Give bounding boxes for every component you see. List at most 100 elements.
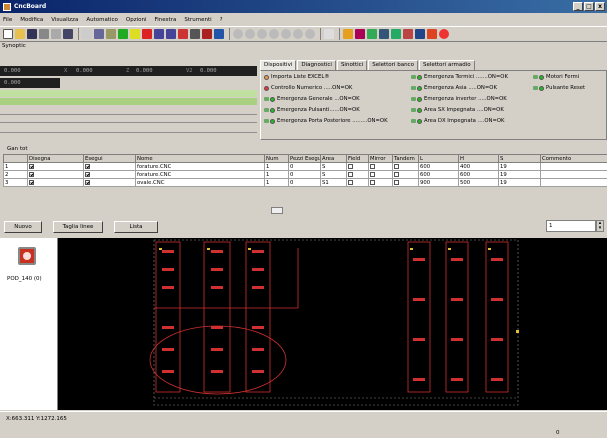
draw-checkbox[interactable] (27, 162, 84, 171)
settings-icon[interactable] (367, 29, 377, 39)
save-all-icon[interactable] (39, 29, 49, 39)
menu-automatico[interactable]: Automatico (86, 17, 118, 23)
table-icon[interactable] (415, 29, 425, 39)
lista-button[interactable]: Lista (114, 221, 158, 233)
table-row[interactable]: 2 forature.CNC 1 0 S 600 600 19 (3, 170, 607, 179)
col-index[interactable] (3, 154, 28, 163)
col-area[interactable]: Area (320, 154, 347, 163)
field-checkbox[interactable] (346, 178, 369, 187)
open-folder-icon[interactable] (15, 29, 25, 39)
cell-num[interactable]: 1 (264, 162, 289, 171)
frame-icon[interactable] (190, 29, 200, 39)
col-disegna[interactable]: Disegna (27, 154, 84, 163)
cell-area[interactable]: S1 (320, 178, 347, 187)
cell-comment[interactable] (540, 178, 607, 187)
menu-opzioni[interactable]: Opzioni (126, 17, 147, 23)
col-num[interactable]: Num (264, 154, 289, 163)
zoom-window-icon[interactable] (257, 29, 267, 39)
machine-blue-icon[interactable] (214, 29, 224, 39)
menu-file[interactable]: File (3, 17, 12, 23)
exec-checkbox[interactable] (83, 170, 136, 179)
col-esegui[interactable]: Esegui (83, 154, 136, 163)
pencil-icon[interactable] (178, 29, 188, 39)
cell-pezzi[interactable]: 0 (288, 162, 321, 171)
cut-icon[interactable] (82, 29, 92, 39)
exec-checkbox[interactable] (83, 178, 136, 187)
pause-icon[interactable] (130, 29, 140, 39)
tab-diagnostici[interactable]: Diagnostici (297, 60, 336, 70)
minimize-button[interactable]: _ (573, 2, 583, 11)
table-row[interactable]: 1 forature.CNC 1 0 S 600 400 19 (3, 162, 607, 171)
zoom-all-icon[interactable] (269, 29, 279, 39)
cell-name[interactable]: ovale.CNC (135, 178, 265, 187)
tandem-checkbox[interactable] (392, 178, 419, 187)
cell-num[interactable]: 1 (264, 170, 289, 179)
target-icon[interactable] (439, 29, 449, 39)
col-s[interactable]: S (498, 154, 541, 163)
tool-icon[interactable] (355, 29, 365, 39)
paste-icon[interactable] (106, 29, 116, 39)
exec-checkbox[interactable] (83, 162, 136, 171)
menu-visualizza[interactable]: Visualizza (51, 17, 78, 23)
help-icon[interactable] (324, 29, 334, 39)
col-l[interactable]: L (418, 154, 459, 163)
cell-h[interactable]: 600 (458, 170, 499, 179)
cell-comment[interactable] (540, 170, 607, 179)
grid-icon[interactable] (391, 29, 401, 39)
mirror-checkbox[interactable] (368, 162, 393, 171)
menu-modifica[interactable]: Modifica (20, 17, 43, 23)
nuovo-button[interactable]: Nuovo (4, 221, 42, 233)
copy-icon[interactable] (94, 29, 104, 39)
menu-help[interactable]: ? (220, 17, 223, 23)
print-icon[interactable] (51, 29, 61, 39)
mirror-checkbox[interactable] (368, 178, 393, 187)
cell-h[interactable]: 500 (458, 178, 499, 187)
cell-s[interactable]: 19 (498, 162, 541, 171)
col-field[interactable]: Field (346, 154, 369, 163)
tandem-checkbox[interactable] (392, 162, 419, 171)
zoom-realtime-icon[interactable] (305, 29, 315, 39)
cell-h[interactable]: 400 (458, 162, 499, 171)
page-spinner[interactable]: ▴ ▾ (596, 220, 604, 232)
pod-icon[interactable] (18, 247, 36, 265)
table-row[interactable]: 3 ovale.CNC 1 0 S1 900 500 19 (3, 178, 607, 187)
new-file-icon[interactable] (3, 29, 13, 39)
horizontal-scrollbar[interactable] (271, 207, 283, 214)
zoom-out-icon[interactable] (245, 29, 255, 39)
field-checkbox[interactable] (346, 162, 369, 171)
cell-pezzi[interactable]: 0 (288, 178, 321, 187)
cell-l[interactable]: 600 (418, 170, 459, 179)
maximize-button[interactable]: □ (584, 2, 594, 11)
cell-area[interactable]: S (320, 170, 347, 179)
tandem-checkbox[interactable] (392, 170, 419, 179)
draw-checkbox[interactable] (27, 170, 84, 179)
col-pezzi[interactable]: Pezzi Esegu (288, 154, 321, 163)
validate-icon[interactable] (166, 29, 176, 39)
zoom-extents-icon[interactable] (281, 29, 291, 39)
cell-l[interactable]: 600 (418, 162, 459, 171)
menu-finestra[interactable]: Finestra (155, 17, 177, 23)
menu-strumenti[interactable]: Strumenti (184, 17, 211, 23)
cell-s[interactable]: 19 (498, 170, 541, 179)
col-commento[interactable]: Commento (540, 154, 607, 163)
col-nome[interactable]: Nome (135, 154, 265, 163)
tab-dispositivi[interactable]: Dispositivi (260, 60, 297, 70)
col-h[interactable]: H (458, 154, 499, 163)
cell-s[interactable]: 19 (498, 178, 541, 187)
play-icon[interactable] (118, 29, 128, 39)
origin-icon[interactable] (403, 29, 413, 39)
pod-label[interactable]: POD_140 (0) (7, 276, 42, 282)
tab-selettori-banco[interactable]: Selettori banco (368, 60, 418, 70)
layers-icon[interactable] (379, 29, 389, 39)
tab-selettori-armadio[interactable]: Selettori armadio (418, 60, 475, 70)
col-tandem[interactable]: Tandem (392, 154, 419, 163)
cell-l[interactable]: 900 (418, 178, 459, 187)
zoom-previous-icon[interactable] (293, 29, 303, 39)
machine-red-icon[interactable] (202, 29, 212, 39)
preview-icon[interactable] (63, 29, 73, 39)
draw-checkbox[interactable] (27, 178, 84, 187)
cell-num[interactable]: 1 (264, 178, 289, 187)
cell-area[interactable]: S (320, 162, 347, 171)
drawing-canvas[interactable] (58, 238, 607, 410)
page-field[interactable]: 1 (546, 220, 596, 232)
